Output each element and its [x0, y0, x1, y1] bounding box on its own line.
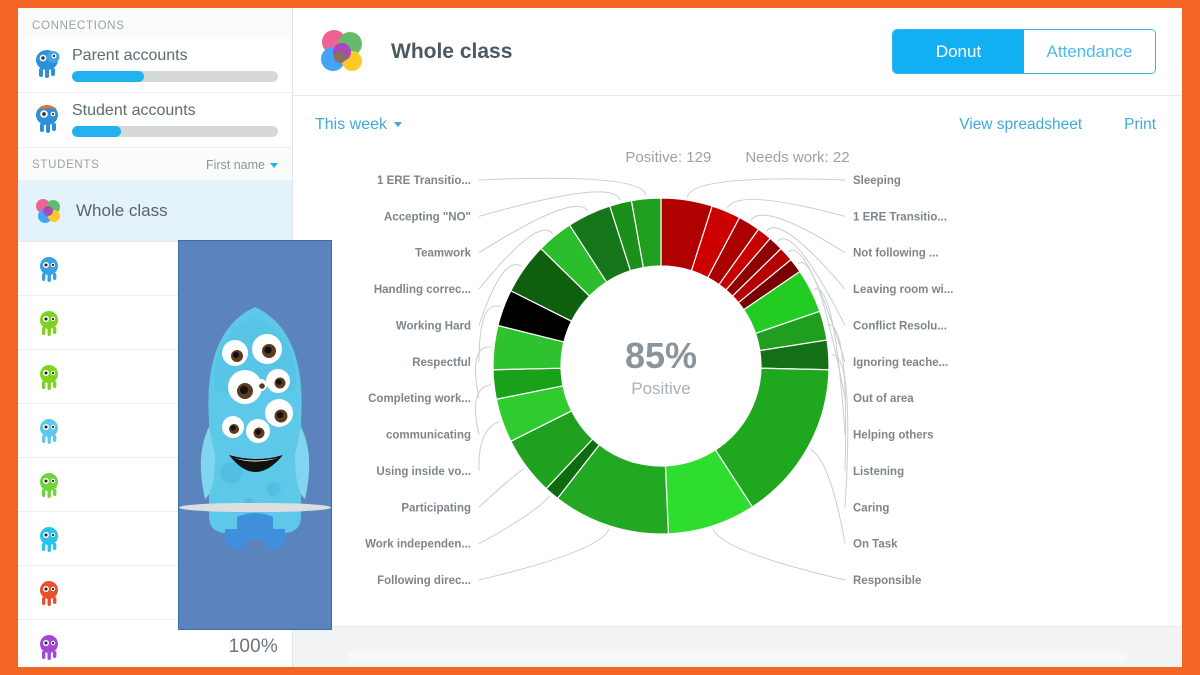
- donut-slice-label: Caring: [853, 502, 889, 514]
- print-link[interactable]: Print: [1124, 116, 1156, 134]
- progress-bar-student: [72, 126, 278, 137]
- donut-slice-label: Using inside vo...: [376, 466, 471, 478]
- tab-attendance[interactable]: Attendance: [1024, 30, 1155, 73]
- tool-bar: This week View spreadsheet Print: [293, 96, 1182, 153]
- donut-slice-label: Accepting "NO": [384, 211, 471, 223]
- donut-center-label: Positive: [631, 379, 691, 398]
- progress-bar-parent: [72, 71, 278, 82]
- monster-blue-icon: [36, 50, 60, 78]
- behavior-donut-chart[interactable]: 85% Positive Sleeping 1 ERE Transitio... Not…: [293, 166, 1181, 606]
- student-percent: 100%: [228, 635, 278, 657]
- page-title: Whole class: [391, 39, 513, 63]
- avatar: [32, 524, 66, 554]
- avatar: [32, 578, 66, 608]
- view-toggle: Donut Attendance: [892, 29, 1156, 74]
- callout-leader-line: [475, 346, 492, 399]
- connections-row-parent[interactable]: Parent accounts: [18, 38, 292, 93]
- sidebar-item-whole-class[interactable]: Whole class: [18, 181, 292, 242]
- donut-slice-label: Not following ...: [853, 248, 939, 260]
- donut-slice-label: Work independen...: [365, 539, 471, 551]
- donut-slice-label: communicating: [386, 430, 471, 442]
- connections-label-student: Student accounts: [72, 102, 196, 119]
- sort-dropdown[interactable]: First name: [206, 158, 278, 172]
- callout-leader-line: [810, 448, 846, 544]
- callout-leader-line: [712, 528, 846, 581]
- view-spreadsheet-link[interactable]: View spreadsheet: [959, 116, 1082, 134]
- toolbar-links: View spreadsheet Print: [959, 116, 1156, 134]
- donut-slice-label: Listening: [853, 466, 904, 478]
- monster-blue-orange-icon: [36, 105, 58, 133]
- class-group-icon: [321, 29, 362, 71]
- donut-slice-label: Ignoring teache...: [853, 357, 948, 369]
- callout-leader-line: [478, 528, 610, 581]
- class-group-icon: [36, 199, 60, 223]
- donut-center-value: 85%: [625, 335, 697, 376]
- avatar-floor-shadow: [179, 503, 331, 512]
- connections-label-parent: Parent accounts: [72, 47, 188, 64]
- donut-slice-label: On Task: [853, 539, 898, 551]
- donut-slice-label: Conflict Resolu...: [853, 320, 947, 332]
- callout-leader-line: [726, 198, 846, 217]
- avatar: [32, 470, 66, 500]
- avatar: [32, 416, 66, 446]
- stat-needs-work-value: 22: [832, 149, 850, 166]
- donut-slice-label: Participating: [401, 502, 471, 514]
- chevron-down-icon: [270, 162, 278, 168]
- connections-header: CONNECTIONS: [18, 8, 292, 38]
- sidebar: CONNECTIONS Parent accounts Student acco…: [18, 8, 332, 667]
- footer-strip: [293, 626, 1182, 667]
- donut-slice-label: Helping others: [853, 430, 934, 442]
- sidebar-item-label: Whole class: [76, 201, 168, 220]
- avatar: [32, 632, 66, 662]
- stat-needs-work: Needs work: 22: [745, 149, 849, 166]
- donut-slice-label: Teamwork: [415, 248, 472, 260]
- donut-slice-label: Following direc...: [377, 575, 471, 587]
- donut-slice-label: Out of area: [853, 393, 914, 405]
- stats-summary: Positive: 129 Needs work: 22: [293, 149, 1182, 166]
- students-header: STUDENTS: [32, 159, 100, 171]
- period-label: This week: [315, 115, 388, 133]
- period-dropdown[interactable]: This week: [315, 115, 403, 134]
- chevron-down-icon: [394, 122, 403, 127]
- main-panel: Whole class Donut Attendance This week V…: [293, 8, 1182, 667]
- progress-bar-fill: [72, 126, 122, 137]
- donut-slice-label: Responsible: [853, 575, 921, 587]
- avatar: [32, 308, 66, 338]
- connections-row-student[interactable]: Student accounts: [18, 93, 292, 148]
- avatar: [32, 254, 66, 284]
- callout-leader-line: [478, 177, 647, 196]
- donut-chart-area: 85% Positive Sleeping 1 ERE Transitio... Not…: [293, 166, 1182, 626]
- stat-positive-value: 129: [686, 149, 712, 166]
- student-preview-card: [178, 240, 332, 630]
- monster-large-avatar: [179, 241, 331, 629]
- callout-leader-line: [686, 178, 846, 198]
- students-header-row: STUDENTS First name: [18, 148, 292, 181]
- donut-slice-label: Leaving room wi...: [853, 284, 953, 296]
- app-window: CONNECTIONS Parent accounts Student acco…: [18, 8, 1182, 667]
- donut-slice-label: 1 ERE Transitio...: [853, 211, 947, 223]
- stat-needs-work-label: Needs work:: [745, 149, 829, 166]
- donut-slice-label: 1 ERE Transitio...: [377, 175, 471, 187]
- donut-slice-label: Completing work...: [368, 393, 471, 405]
- progress-bar-fill: [72, 71, 145, 82]
- sort-label: First name: [205, 158, 265, 172]
- callout-leader-line: [478, 467, 525, 508]
- stat-positive: Positive: 129: [625, 149, 711, 166]
- tab-donut[interactable]: Donut: [893, 30, 1024, 73]
- callout-leader-line: [478, 421, 500, 471]
- donut-slice-label: Respectful: [412, 357, 471, 369]
- callout-leader-line: [478, 495, 551, 545]
- top-bar: Whole class Donut Attendance: [293, 8, 1182, 96]
- donut-slice-label: Sleeping: [853, 175, 901, 187]
- donut-slice-label: Working Hard: [396, 320, 471, 332]
- avatar: [32, 362, 66, 392]
- donut-slice-label: Handling correc...: [374, 284, 471, 296]
- stat-positive-label: Positive:: [625, 149, 683, 166]
